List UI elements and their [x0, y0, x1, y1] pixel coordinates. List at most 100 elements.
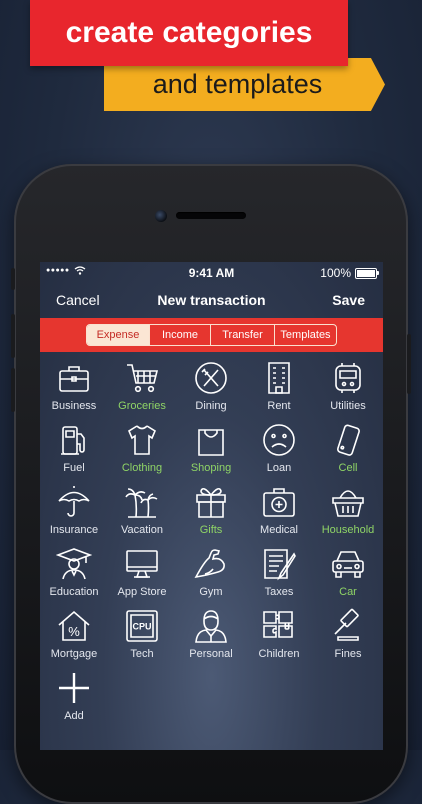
category-loan[interactable]: Loan — [245, 422, 313, 474]
category-label: Clothing — [121, 462, 163, 474]
category-label: Business — [51, 400, 97, 412]
volume-up-button — [11, 314, 15, 358]
briefcase-icon — [56, 360, 92, 396]
category-personal[interactable]: Personal — [177, 608, 245, 660]
category-groceries[interactable]: Groceries — [108, 360, 176, 412]
fork-knife-icon — [193, 360, 229, 396]
mute-switch — [11, 268, 15, 290]
puzzle-icon — [261, 608, 297, 644]
category-label: Children — [258, 648, 300, 660]
category-label: Household — [321, 524, 375, 536]
category-car[interactable]: Car — [314, 546, 382, 598]
segment-expense[interactable]: Expense — [87, 325, 149, 345]
building-icon — [261, 360, 297, 396]
category-mortgage[interactable]: % Mortgage — [40, 608, 108, 660]
category-label: Rent — [267, 400, 291, 412]
category-gifts[interactable]: Gifts — [177, 484, 245, 536]
add-category-button[interactable]: Add — [40, 670, 108, 722]
house-percent-icon: % — [56, 608, 92, 644]
percent-glyph: % — [68, 624, 80, 639]
mobile-phone-icon — [330, 422, 366, 458]
palm-trees-icon — [124, 484, 160, 520]
transaction-type-segmented-control: Expense Income Transfer Templates — [86, 324, 337, 346]
category-label: Vacation — [121, 524, 163, 536]
category-medical[interactable]: Medical — [245, 484, 313, 536]
person-icon — [193, 608, 229, 644]
power-button — [407, 334, 411, 394]
car-icon — [330, 546, 366, 582]
tax-form-icon — [261, 546, 297, 582]
cpu-chip-icon: CPU — [124, 608, 160, 644]
category-label: Car — [339, 586, 357, 598]
fuel-pump-icon — [56, 422, 92, 458]
category-dining[interactable]: Dining — [177, 360, 245, 412]
category-label: Medical — [260, 524, 298, 536]
segment-transfer[interactable]: Transfer — [210, 325, 274, 345]
volume-down-button — [11, 368, 15, 412]
battery-percentage: 100% — [320, 266, 351, 280]
gift-icon — [193, 484, 229, 520]
gavel-icon — [330, 608, 366, 644]
category-fines[interactable]: Fines — [314, 608, 382, 660]
meter-icon — [330, 360, 366, 396]
segment-income[interactable]: Income — [149, 325, 210, 345]
promo-headline-text: create categories — [65, 16, 313, 49]
category-label: Add — [64, 710, 84, 722]
basket-icon — [330, 484, 366, 520]
category-label: App Store — [117, 586, 167, 598]
medical-kit-icon — [261, 484, 297, 520]
save-button[interactable]: Save — [332, 292, 365, 308]
umbrella-icon — [56, 484, 92, 520]
category-label: Fuel — [63, 462, 85, 474]
category-education[interactable]: Education — [40, 546, 108, 598]
promo-subheadline-text: and templates — [152, 69, 323, 99]
plus-icon — [56, 670, 92, 706]
status-bar: ●●●●● 9:41 AM 100% — [40, 262, 383, 284]
category-app-store[interactable]: App Store — [108, 546, 176, 598]
category-label: Gym — [199, 586, 223, 598]
category-rent[interactable]: Rent — [245, 360, 313, 412]
shirt-icon — [124, 422, 160, 458]
sad-face-icon — [261, 422, 297, 458]
category-household[interactable]: Household — [314, 484, 382, 536]
category-label: Mortgage — [50, 648, 98, 660]
category-gym[interactable]: Gym — [177, 546, 245, 598]
monitor-icon — [124, 546, 160, 582]
category-tech[interactable]: CPU Tech — [108, 608, 176, 660]
category-label: Utilities — [330, 400, 366, 412]
category-label: Insurance — [49, 524, 99, 536]
category-label: Dining — [195, 400, 227, 412]
category-clothing[interactable]: Clothing — [108, 422, 176, 474]
category-label: Taxes — [264, 586, 294, 598]
category-insurance[interactable]: Insurance — [40, 484, 108, 536]
app-screen: ●●●●● 9:41 AM 100% Cancel New transactio… — [40, 262, 383, 750]
promo-banner-headline: create categories — [30, 0, 348, 66]
shopping-cart-icon — [124, 360, 160, 396]
shopping-bag-icon — [193, 422, 229, 458]
category-label: Shoping — [190, 462, 232, 474]
category-fuel[interactable]: Fuel — [40, 422, 108, 474]
cpu-glyph: CPU — [132, 622, 151, 632]
category-label: Personal — [189, 648, 233, 660]
category-label: Groceries — [118, 400, 166, 412]
flexed-arm-icon — [193, 546, 229, 582]
category-label: Loan — [266, 462, 292, 474]
earpiece-speaker — [176, 212, 246, 219]
segment-templates[interactable]: Templates — [274, 325, 336, 345]
front-camera — [155, 210, 167, 222]
transaction-type-bar: Expense Income Transfer Templates — [40, 318, 383, 352]
category-label: Tech — [130, 648, 154, 660]
category-vacation[interactable]: Vacation — [108, 484, 176, 536]
category-label: Gifts — [199, 524, 223, 536]
navigation-bar: Cancel New transaction Save — [40, 284, 383, 318]
category-label: Education — [49, 586, 99, 598]
category-taxes[interactable]: Taxes — [245, 546, 313, 598]
category-label: Cell — [338, 462, 358, 474]
category-utilities[interactable]: Utilities — [314, 360, 382, 412]
category-label: Fines — [334, 648, 362, 660]
category-shoping[interactable]: Shoping — [177, 422, 245, 474]
category-business[interactable]: Business — [40, 360, 108, 412]
graduate-icon — [56, 546, 92, 582]
category-children[interactable]: Children — [245, 608, 313, 660]
category-cell[interactable]: Cell — [314, 422, 382, 474]
